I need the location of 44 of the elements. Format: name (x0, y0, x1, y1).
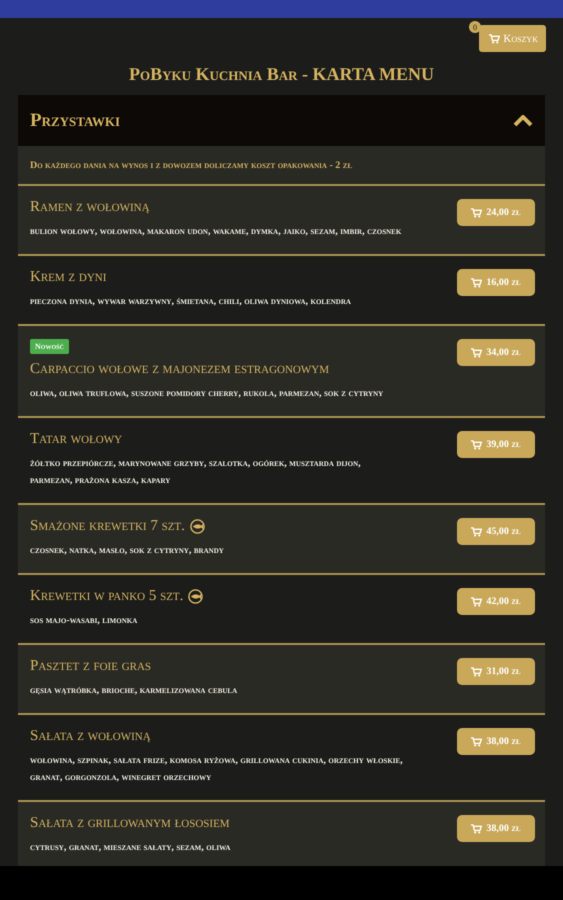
dish-ingredients: sos majo-wasabi, limonka (30, 614, 138, 628)
add-to-cart-button[interactable]: 42,00 zł (457, 588, 535, 615)
cart-icon (471, 440, 482, 450)
section-title: Przystawki (30, 110, 120, 132)
cart-icon (471, 278, 482, 288)
cart-icon (471, 348, 482, 358)
cart-icon (471, 666, 482, 676)
dish-name: Smażone krewetki 7 szt. (30, 518, 185, 535)
add-to-cart-button[interactable]: 31,00 zł (457, 658, 535, 685)
dish-ingredients: bulion wołowy, wołowina, makaron udon, wakame, dymka, jaiko, sezam, imbir, czosnek (30, 225, 402, 239)
cart-icon (489, 34, 500, 44)
add-to-cart-button[interactable]: 34,00 zł (457, 339, 535, 366)
cart-icon (471, 596, 482, 606)
dish-ingredients: żółtko przepiórcze, marynowane grzyby, szalotka, ogórek, musztarda dijon, parmezan, prażona kasza, kapary (30, 457, 362, 488)
dish-name: Sałata z grillowanym łososiem (30, 815, 230, 832)
cart-icon (471, 526, 482, 536)
section-header[interactable]: Przystawki (18, 95, 545, 146)
dish-ingredients: czosnek, natka, masło, sok z cytryny, brandy (30, 544, 224, 558)
new-badge: Nowość (30, 339, 69, 354)
dish-name: Sałata z wołowiną (30, 728, 151, 745)
add-to-cart-button[interactable]: 38,00 zł (457, 728, 535, 755)
dish-ingredients: pieczona dynia, wywar warzywny, śmietana, chili, oliwa dyniowa, kolendra (30, 295, 351, 309)
add-to-cart-button[interactable]: 45,00 zł (457, 518, 535, 545)
cart-icon (471, 824, 482, 834)
dish-name: Carpaccio wołowe z majonezem estragonowym (30, 361, 329, 378)
add-to-cart-button[interactable]: 38,00 zł (457, 815, 535, 842)
dish-ingredients: cytrusy, granat, mieszane sałaty, sezam, oliwa (30, 841, 230, 855)
cart-button[interactable]: Koszyk (479, 25, 546, 52)
cart-icon (471, 208, 482, 218)
cart-count-badge: 0 (469, 21, 481, 33)
dish-ingredients: oliwa, oliwa truflowa, suszone pomidory cherry, rukola, parmezan, sok z cytryny (30, 387, 384, 401)
cart-icon (471, 736, 482, 746)
dish-name: Krem z dyni (30, 269, 106, 286)
dish-name: Tatar wołowy (30, 431, 122, 448)
page-title: PoByku Kuchnia Bar - KARTA MENU (128, 63, 436, 86)
add-to-cart-button[interactable]: 39,00 zł (457, 431, 535, 458)
add-to-cart-button[interactable]: 16,00 zł (457, 269, 535, 296)
add-to-cart-button[interactable]: 24,00 zł (457, 199, 535, 226)
dish-ingredients: gęsia wątróbka, brioche, karmelizowana cebula (30, 684, 238, 698)
dish-ingredients: wołowina, szpinak, sałata frize, komosa ryżowa, grillowana cukinia, orzechy włoskie, granat, gorgonzola, winegret orzechowy (30, 754, 404, 785)
dish-name: Pasztet z foie gras (30, 658, 152, 675)
notice-text: Do każdego dania na wynos i z dowozem doliczamy koszt opakowania - 2 zł (30, 160, 352, 170)
dish-name: Krewetki w panko 5 szt. (30, 588, 184, 605)
dish-name: Ramen z wołowiną (30, 199, 150, 216)
